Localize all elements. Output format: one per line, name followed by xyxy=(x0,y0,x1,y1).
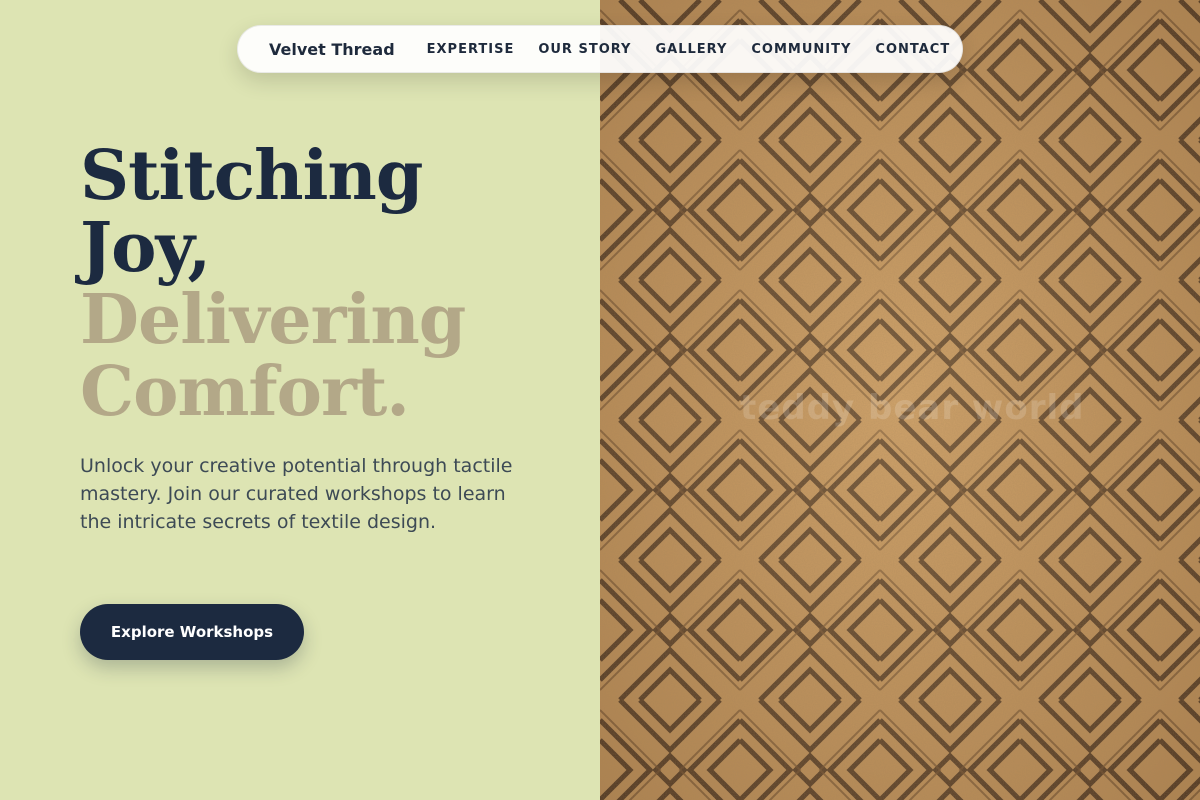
brand-logo[interactable]: Velvet Thread xyxy=(269,40,395,59)
nav-link-contact[interactable]: CONTACT xyxy=(875,42,950,57)
hero-headline: Stitching Joy, Delivering Comfort. xyxy=(80,136,466,432)
textile-pattern-image: teddy bear world xyxy=(600,0,1200,800)
nav-link-our-story[interactable]: OUR STORY xyxy=(538,42,631,57)
headline-line-2: Joy, xyxy=(80,208,211,288)
hero-left-panel: Stitching Joy, Delivering Comfort. Unloc… xyxy=(0,0,600,800)
explore-workshops-button[interactable]: Explore Workshops xyxy=(80,604,304,660)
headline-line-4: Comfort. xyxy=(80,352,410,432)
nav-links: EXPERTISE OUR STORY GALLERY COMMUNITY CO… xyxy=(427,42,951,57)
nav-link-community[interactable]: COMMUNITY xyxy=(751,42,851,57)
nav-link-expertise[interactable]: EXPERTISE xyxy=(427,42,515,57)
hero-description: Unlock your creative potential through t… xyxy=(80,455,513,533)
headline-line-1: Stitching xyxy=(80,136,423,216)
nav-link-gallery[interactable]: GALLERY xyxy=(655,42,727,57)
headline-line-3: Delivering xyxy=(80,280,466,360)
image-watermark: teddy bear world xyxy=(740,388,1085,428)
top-navigation: Velvet Thread EXPERTISE OUR STORY GALLER… xyxy=(237,25,963,73)
